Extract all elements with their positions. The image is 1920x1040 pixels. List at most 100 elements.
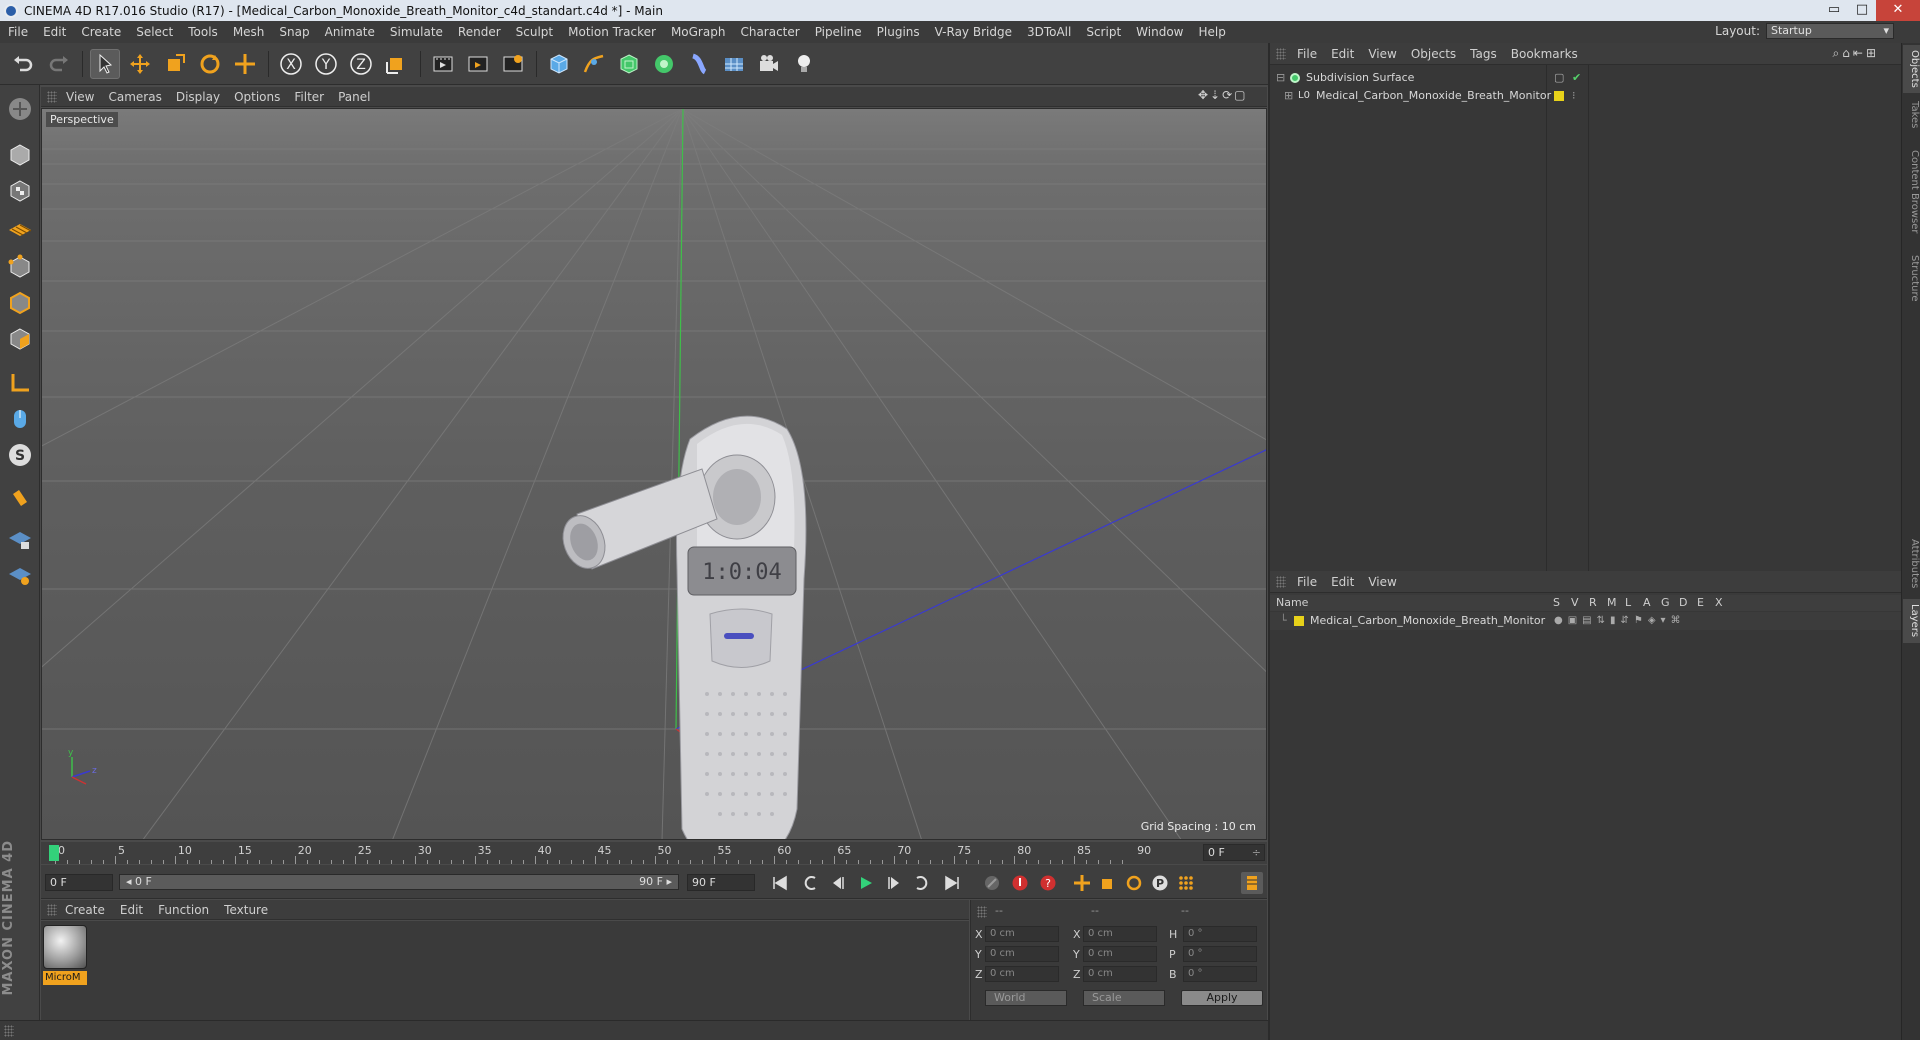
col-xref[interactable]: X (1715, 595, 1723, 611)
axis-mode-icon[interactable] (4, 367, 36, 399)
play-icon[interactable] (855, 872, 877, 894)
menu-vray-bridge[interactable]: V-Ray Bridge (935, 25, 1012, 39)
current-frame-field[interactable]: 0 F (1203, 844, 1265, 861)
col-deformers[interactable]: D (1679, 595, 1687, 611)
locked-workplane-icon[interactable] (4, 523, 36, 555)
z-axis-lock-icon[interactable]: Z (346, 49, 376, 79)
col-name[interactable]: Name (1276, 595, 1308, 611)
expand-toggle-icon[interactable]: ⊞ (1284, 87, 1293, 105)
points-mode-icon[interactable] (4, 251, 36, 283)
object-name[interactable]: Subdivision Surface (1306, 69, 1414, 87)
enabled-check-icon[interactable]: ✔ (1572, 69, 1581, 87)
edges-mode-icon[interactable] (4, 287, 36, 319)
visibility-dots-icon[interactable]: ▢ (1554, 69, 1564, 87)
vp-menu-view[interactable]: View (66, 90, 94, 104)
render-settings-icon[interactable] (498, 49, 528, 79)
move-tool-icon[interactable] (125, 49, 155, 79)
object-name[interactable]: Medical_Carbon_Monoxide_Breath_Monitor (1316, 87, 1551, 105)
redo-icon[interactable] (44, 49, 74, 79)
size-x-field[interactable]: 0 cm (1083, 926, 1157, 942)
tab-takes[interactable]: Takes (1903, 95, 1920, 135)
mat-menu-function[interactable]: Function (158, 903, 209, 917)
scale-mode-dropdown[interactable]: Scale (1083, 990, 1165, 1006)
tab-objects[interactable]: Objects (1903, 45, 1920, 93)
material-preview-sphere[interactable] (43, 925, 87, 969)
previous-frame-icon[interactable] (827, 872, 849, 894)
menu-mograph[interactable]: MoGraph (671, 25, 726, 39)
panel-grip-icon[interactable] (1276, 48, 1286, 60)
y-axis-lock-icon[interactable]: Y (311, 49, 341, 79)
menu-motion-tracker[interactable]: Motion Tracker (568, 25, 656, 39)
spline-pen-icon[interactable] (579, 49, 609, 79)
layer-toggle-icons[interactable]: ●▣▤⇅▮⇵⚑◈▾⌘ (1554, 612, 1686, 630)
layer-row[interactable]: └ Medical_Carbon_Monoxide_Breath_Monitor… (1270, 612, 1901, 630)
tab-content-browser[interactable]: Content Browser (1903, 137, 1920, 247)
col-manager[interactable]: M (1607, 595, 1617, 611)
menu-window[interactable]: Window (1136, 25, 1183, 39)
minimize-button[interactable]: ▭ (1820, 0, 1848, 21)
col-render[interactable]: R (1589, 595, 1597, 611)
menu-help[interactable]: Help (1198, 25, 1225, 39)
position-y-field[interactable]: 0 cm (985, 946, 1059, 962)
tweak-mode-icon[interactable] (4, 403, 36, 435)
menu-character[interactable]: Character (740, 25, 799, 39)
cube-primitive-icon[interactable] (544, 49, 574, 79)
col-view[interactable]: V (1571, 595, 1579, 611)
previous-key-icon[interactable] (799, 872, 821, 894)
workplane-icon[interactable] (4, 211, 36, 243)
mat-menu-create[interactable]: Create (65, 903, 105, 917)
maximize-button[interactable]: □ (1848, 0, 1876, 21)
tab-attributes[interactable]: Attributes (1903, 533, 1920, 595)
render-to-picture-viewer-icon[interactable] (463, 49, 493, 79)
position-z-field[interactable]: 0 cm (985, 966, 1059, 982)
snapping-icon[interactable]: S (4, 439, 36, 471)
vp-menu-panel[interactable]: Panel (338, 90, 370, 104)
planar-workplane-icon[interactable] (4, 559, 36, 591)
obj-menu-view[interactable]: View (1368, 47, 1396, 61)
key-rotation-icon[interactable] (1123, 872, 1145, 894)
rotation-p-field[interactable]: 0 ° (1183, 946, 1257, 962)
subdivision-surface-icon[interactable] (614, 49, 644, 79)
tab-structure[interactable]: Structure (1903, 249, 1920, 307)
menu-sculpt[interactable]: Sculpt (516, 25, 553, 39)
record-keys-icon[interactable] (981, 872, 1003, 894)
frame-range-slider[interactable]: ◂ 0 F 90 F ▸ (119, 874, 679, 890)
apply-button[interactable]: Apply (1181, 990, 1263, 1006)
rotation-b-field[interactable]: 0 ° (1183, 966, 1257, 982)
layer-name[interactable]: Medical_Carbon_Monoxide_Breath_Monitor (1310, 612, 1545, 630)
mat-menu-texture[interactable]: Texture (224, 903, 268, 917)
key-parameter-icon[interactable]: P (1149, 872, 1171, 894)
deformer-icon[interactable] (684, 49, 714, 79)
menu-create[interactable]: Create (81, 25, 121, 39)
close-button[interactable]: ✕ (1876, 0, 1920, 21)
obj-menu-tags[interactable]: Tags (1470, 47, 1497, 61)
tab-layers[interactable]: Layers (1903, 599, 1920, 643)
obj-menu-file[interactable]: File (1297, 47, 1317, 61)
menu-file[interactable]: File (8, 25, 28, 39)
menu-script[interactable]: Script (1086, 25, 1121, 39)
layer-color-swatch[interactable] (1554, 91, 1564, 101)
material-name[interactable]: MicroM (43, 971, 87, 985)
menu-pipeline[interactable]: Pipeline (815, 25, 862, 39)
next-frame-icon[interactable] (883, 872, 905, 894)
object-row-subdivision[interactable]: ⊟ Subdivision Surface ▢ ✔ (1270, 69, 1901, 87)
menu-mesh[interactable]: Mesh (233, 25, 265, 39)
select-tool-icon[interactable] (90, 49, 120, 79)
key-pla-icon[interactable] (1175, 872, 1197, 894)
col-generators[interactable]: G (1661, 595, 1670, 611)
timeline-ruler[interactable]: 0 5 10 15 20 25 30 35 40 45 50 55 60 65 70 75 80 85 90 0 F (41, 842, 1267, 864)
coordinate-space-dropdown[interactable]: World (985, 990, 1067, 1006)
layer-color-swatch[interactable] (1294, 616, 1304, 626)
size-y-field[interactable]: 0 cm (1083, 946, 1157, 962)
mograph-cloner-icon[interactable] (649, 49, 679, 79)
polygons-mode-icon[interactable] (4, 323, 36, 355)
scale-tool-icon[interactable] (160, 49, 190, 79)
x-axis-lock-icon[interactable]: X (276, 49, 306, 79)
panel-grip-icon[interactable] (47, 91, 57, 103)
model-mode-icon[interactable] (4, 139, 36, 171)
start-frame-field[interactable]: 0 F (45, 874, 113, 891)
col-solo[interactable]: S (1553, 595, 1560, 611)
panel-grip-icon[interactable] (1276, 576, 1286, 588)
col-animation[interactable]: A (1643, 595, 1651, 611)
menu-select[interactable]: Select (136, 25, 173, 39)
